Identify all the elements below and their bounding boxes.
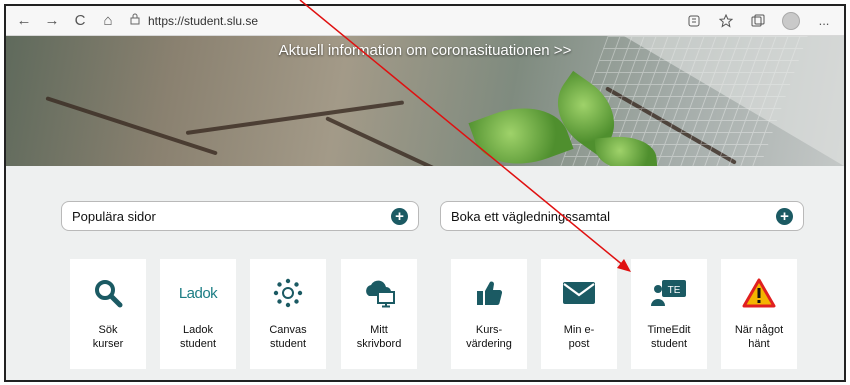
favorites-star-icon[interactable] bbox=[712, 8, 740, 34]
reload-icon[interactable]: C bbox=[66, 8, 94, 34]
tile-my-email[interactable]: Min e-post bbox=[541, 259, 617, 369]
tile-canvas-student[interactable]: Canvas student bbox=[250, 259, 326, 369]
tile-incident-report[interactable]: När något hänt bbox=[721, 259, 797, 369]
svg-text:TE: TE bbox=[668, 285, 681, 296]
tile-label: När något hänt bbox=[734, 324, 784, 350]
reader-mode-icon[interactable] bbox=[680, 8, 708, 34]
browser-window: ← → C ⌂ https://student.slu.se ... Aktue… bbox=[4, 4, 846, 382]
tile-my-desktop[interactable]: Mitt skrivbord bbox=[341, 259, 417, 369]
crack-decoration bbox=[185, 100, 405, 135]
tile-label: Sök kurser bbox=[92, 324, 124, 350]
canvas-icon bbox=[272, 277, 304, 309]
tile-ladok-student[interactable]: Ladok Ladok student bbox=[160, 259, 236, 369]
timeedit-icon: TE bbox=[650, 277, 688, 309]
more-menu-icon[interactable]: ... bbox=[810, 8, 838, 34]
crack-decoration bbox=[45, 96, 218, 156]
lock-icon bbox=[130, 13, 140, 28]
tile-course-evaluation[interactable]: Kurs-värdering bbox=[451, 259, 527, 369]
booking-dropdown[interactable]: Boka ett vägledningssamtal + bbox=[440, 201, 804, 231]
tile-label: Mitt skrivbord bbox=[356, 324, 402, 350]
search-icon bbox=[93, 277, 123, 309]
url-text[interactable]: https://student.slu.se bbox=[148, 14, 258, 28]
profile-avatar-icon[interactable] bbox=[782, 11, 800, 30]
plus-icon[interactable]: + bbox=[776, 207, 793, 225]
booking-label: Boka ett vägledningssamtal bbox=[451, 208, 610, 224]
tile-label: Canvas student bbox=[269, 324, 307, 350]
home-icon[interactable]: ⌂ bbox=[94, 8, 122, 34]
tile-search-courses[interactable]: Sök kurser bbox=[70, 259, 146, 369]
popular-pages-dropdown[interactable]: Populära sidor + bbox=[61, 201, 419, 231]
address-bar[interactable]: https://student.slu.se bbox=[130, 13, 258, 28]
forward-arrow-icon[interactable]: → bbox=[38, 8, 66, 34]
tile-label: Kurs-värdering bbox=[466, 324, 512, 350]
tile-label: Min e-post bbox=[563, 324, 595, 350]
thumbs-up-icon bbox=[474, 277, 504, 309]
hero-banner: Aktuell information om coronasituationen… bbox=[6, 36, 844, 166]
corona-info-link[interactable]: Aktuell information om coronasituationen… bbox=[6, 42, 844, 59]
popular-pages-label: Populära sidor bbox=[72, 208, 156, 224]
collections-icon[interactable] bbox=[744, 8, 772, 34]
toolbar-actions: ... bbox=[676, 8, 844, 34]
tile-label: TimeEdit student bbox=[647, 324, 691, 350]
plus-icon[interactable]: + bbox=[391, 207, 408, 225]
tile-timeedit-student[interactable]: TE TimeEdit student bbox=[631, 259, 707, 369]
tile-label: Ladok student bbox=[179, 324, 217, 350]
cloud-desktop-icon bbox=[361, 277, 397, 309]
back-arrow-icon[interactable]: ← bbox=[10, 8, 38, 34]
crack-decoration bbox=[325, 116, 454, 166]
envelope-icon bbox=[562, 277, 596, 309]
ladok-logo: Ladok bbox=[178, 284, 218, 302]
browser-toolbar: ← → C ⌂ https://student.slu.se ... bbox=[6, 6, 844, 36]
warning-icon bbox=[742, 277, 776, 309]
